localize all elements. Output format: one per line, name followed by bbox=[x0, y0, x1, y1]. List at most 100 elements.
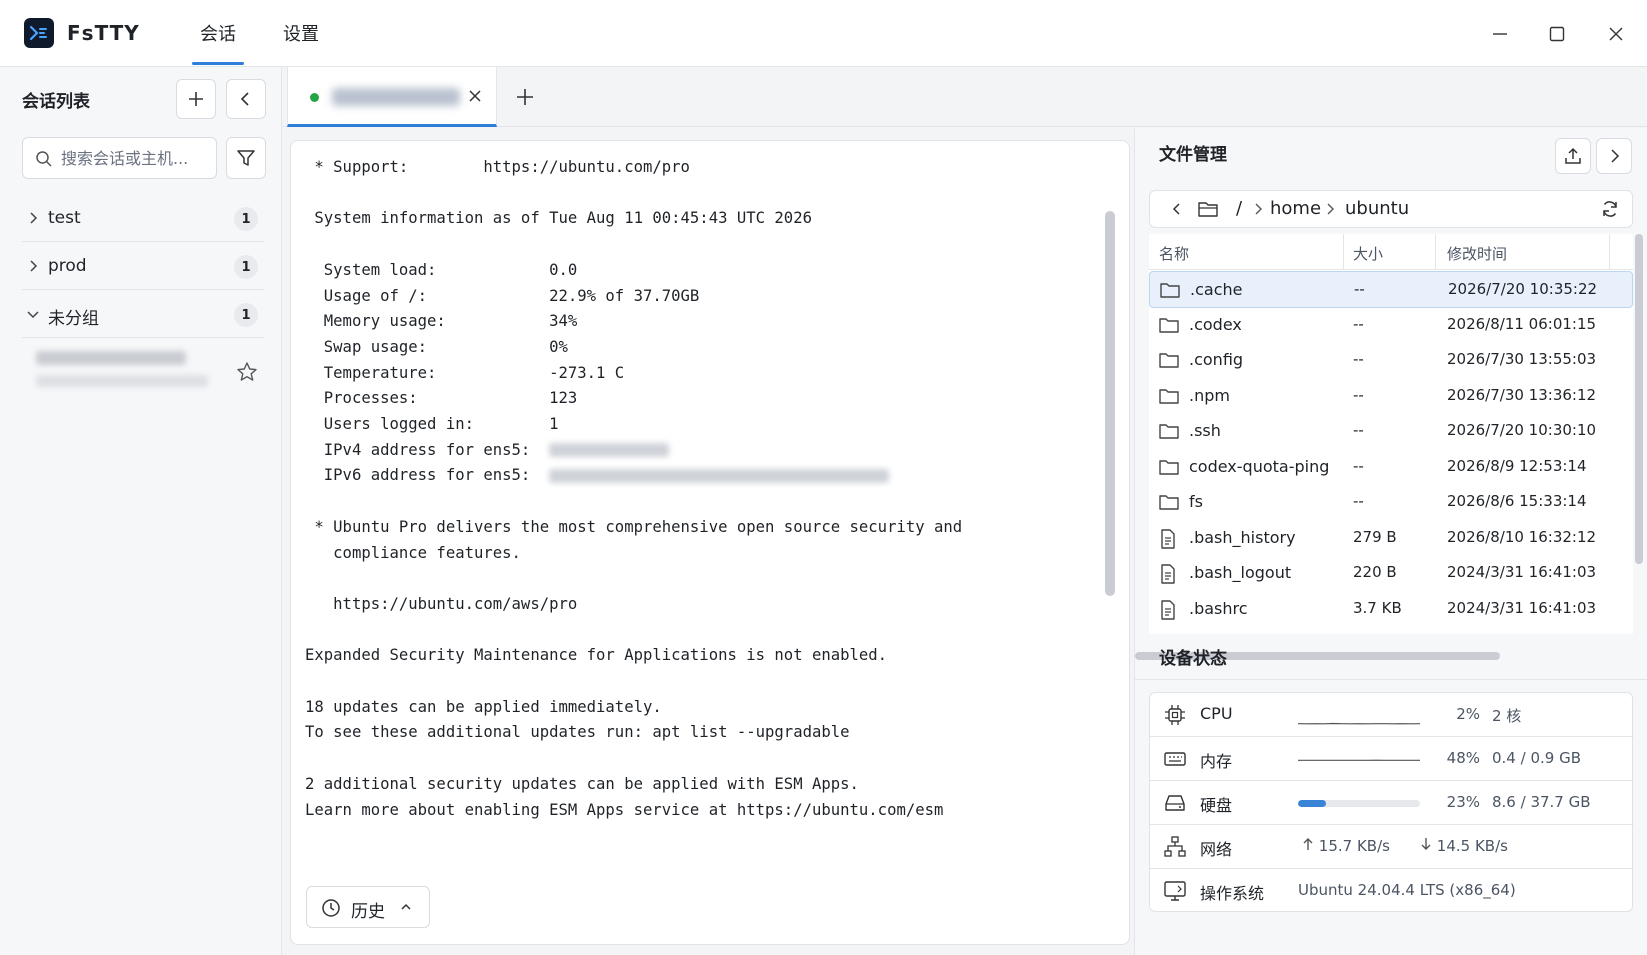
file-row[interactable]: codex-quota-ping -- 2026/8/9 12:53:14 bbox=[1149, 449, 1633, 486]
group-name: 未分组 bbox=[48, 309, 99, 329]
file-row[interactable]: .bash_history 279 B 2026/8/10 16:32:12 bbox=[1149, 520, 1633, 557]
file-manager-title: 文件管理 bbox=[1159, 145, 1227, 165]
network-icon bbox=[1164, 836, 1186, 857]
terminal-line: Users logged in: 1 bbox=[305, 415, 559, 434]
column-size[interactable]: 大小 bbox=[1353, 243, 1383, 264]
search-input[interactable] bbox=[61, 147, 211, 169]
plus-icon bbox=[517, 89, 533, 105]
file-row[interactable]: fs -- 2026/8/6 15:33:14 bbox=[1149, 484, 1633, 521]
session-sidebar: 会话列表 test 1 prod 1 未分组 1 bbox=[0, 67, 282, 955]
file-size: -- bbox=[1353, 421, 1364, 439]
file-row[interactable]: .bash_logout 220 B 2024/3/31 16:41:03 bbox=[1149, 555, 1633, 592]
title-bar: FsTTY 会话 设置 bbox=[0, 0, 1647, 67]
file-modified: 2026/8/9 12:53:14 bbox=[1447, 456, 1587, 475]
file-modified: 2026/7/20 10:35:22 bbox=[1448, 280, 1598, 298]
add-session-button[interactable] bbox=[176, 79, 216, 119]
column-name[interactable]: 名称 bbox=[1159, 243, 1189, 264]
file-row[interactable]: .npm -- 2026/7/30 13:36:12 bbox=[1149, 378, 1633, 415]
file-size: -- bbox=[1353, 385, 1364, 404]
file-name: .codex bbox=[1189, 314, 1242, 334]
new-tab-button[interactable] bbox=[507, 79, 543, 115]
file-row[interactable]: .config -- 2026/7/30 13:55:03 bbox=[1149, 342, 1633, 379]
app-name: FsTTY bbox=[67, 21, 140, 45]
memory-label: 内存 bbox=[1200, 752, 1233, 771]
breadcrumb-separator-icon bbox=[1255, 203, 1262, 215]
file-row[interactable]: .cache -- 2026/7/20 10:35:22 bbox=[1149, 271, 1633, 308]
group-count-badge: 1 bbox=[234, 303, 258, 327]
file-name: .bashrc bbox=[1189, 598, 1248, 618]
redacted-address bbox=[549, 468, 890, 483]
file-size: 220 B bbox=[1353, 563, 1397, 581]
disk-percent: 23% bbox=[1446, 793, 1480, 811]
close-tab-button[interactable] bbox=[464, 85, 486, 107]
upload-button[interactable] bbox=[1555, 138, 1591, 174]
terminal-line: * Support: https://ubuntu.com/pro bbox=[305, 158, 690, 176]
maximize-button[interactable] bbox=[1541, 18, 1573, 50]
group-count-badge: 1 bbox=[234, 207, 258, 231]
file-row[interactable]: .codex -- 2026/8/11 06:01:15 bbox=[1149, 307, 1633, 344]
filter-button[interactable] bbox=[226, 137, 266, 179]
collapse-sidebar-button[interactable] bbox=[226, 79, 266, 119]
clock-icon bbox=[322, 899, 340, 917]
group-count-badge: 1 bbox=[234, 255, 258, 279]
session-group-prod[interactable]: prod 1 bbox=[22, 244, 264, 290]
minimize-button[interactable] bbox=[1484, 18, 1516, 50]
breadcrumb-home[interactable]: home bbox=[1270, 198, 1321, 219]
network-row: 网络 15.7 KB/s 14.5 KB/s bbox=[1150, 825, 1634, 869]
terminal-panel[interactable]: * Support: https://ubuntu.com/pro System… bbox=[290, 140, 1130, 945]
folder-icon bbox=[1159, 422, 1179, 444]
monitor-icon bbox=[1164, 881, 1186, 901]
terminal-tab[interactable] bbox=[287, 67, 497, 127]
memory-percent: 48% bbox=[1446, 749, 1480, 767]
star-icon[interactable] bbox=[236, 361, 258, 383]
terminal-line: Processes: 123 bbox=[305, 389, 578, 408]
terminal-scrollbar[interactable] bbox=[1105, 211, 1115, 596]
search-icon bbox=[36, 151, 52, 167]
session-group-ungrouped[interactable]: 未分组 1 bbox=[22, 292, 264, 338]
history-button[interactable]: 历史 bbox=[306, 886, 430, 928]
breadcrumb-root[interactable]: / bbox=[1236, 198, 1242, 219]
file-row[interactable]: .bashrc 3.7 KB 2024/3/31 16:41:03 bbox=[1149, 591, 1633, 628]
back-icon[interactable] bbox=[1170, 202, 1184, 216]
file-size: 3.7 KB bbox=[1353, 598, 1402, 617]
breadcrumb-ubuntu[interactable]: ubuntu bbox=[1345, 198, 1409, 219]
column-modified[interactable]: 修改时间 bbox=[1447, 243, 1507, 264]
chevron-down-icon bbox=[27, 311, 39, 319]
file-modified: 2026/7/30 13:55:03 bbox=[1447, 350, 1597, 368]
session-name-redacted bbox=[36, 351, 186, 365]
file-modified: 2024/3/31 16:41:03 bbox=[1447, 598, 1597, 617]
file-size: -- bbox=[1353, 492, 1364, 510]
folder-icon bbox=[1160, 281, 1180, 303]
file-size: -- bbox=[1353, 350, 1364, 368]
folder-icon bbox=[1159, 351, 1179, 373]
disk-usage: 8.6 / 37.7 GB bbox=[1492, 793, 1591, 811]
session-group-test[interactable]: test 1 bbox=[22, 196, 264, 242]
file-size: -- bbox=[1353, 314, 1364, 333]
group-name: prod bbox=[48, 256, 87, 276]
nav-tab-settings[interactable]: 设置 bbox=[283, 20, 319, 46]
network-label: 网络 bbox=[1200, 840, 1233, 859]
refresh-icon[interactable] bbox=[1600, 199, 1620, 219]
arrow-down-icon bbox=[1421, 838, 1431, 850]
close-icon bbox=[469, 90, 481, 102]
file-modified: 2026/7/20 10:30:10 bbox=[1447, 421, 1597, 439]
terminal-line: Learn more about enabling ESM Apps servi… bbox=[305, 800, 944, 819]
folder-open-icon[interactable] bbox=[1198, 200, 1220, 218]
file-row[interactable]: .ssh -- 2026/7/20 10:30:10 bbox=[1149, 413, 1633, 450]
nav-tab-sessions[interactable]: 会话 bbox=[192, 20, 244, 65]
file-table-vscrollbar[interactable] bbox=[1635, 234, 1643, 564]
close-window-button[interactable] bbox=[1600, 18, 1632, 50]
redacted-address bbox=[549, 443, 670, 458]
session-item[interactable] bbox=[22, 343, 264, 403]
file-icon bbox=[1159, 528, 1177, 553]
terminal-line: * Ubuntu Pro delivers the most comprehen… bbox=[305, 517, 963, 536]
collapse-panel-button[interactable] bbox=[1596, 138, 1632, 174]
memory-icon bbox=[1164, 752, 1186, 766]
terminal-line: Swap usage: 0% bbox=[305, 337, 568, 356]
terminal-output[interactable]: * Support: https://ubuntu.com/pro System… bbox=[305, 155, 962, 823]
